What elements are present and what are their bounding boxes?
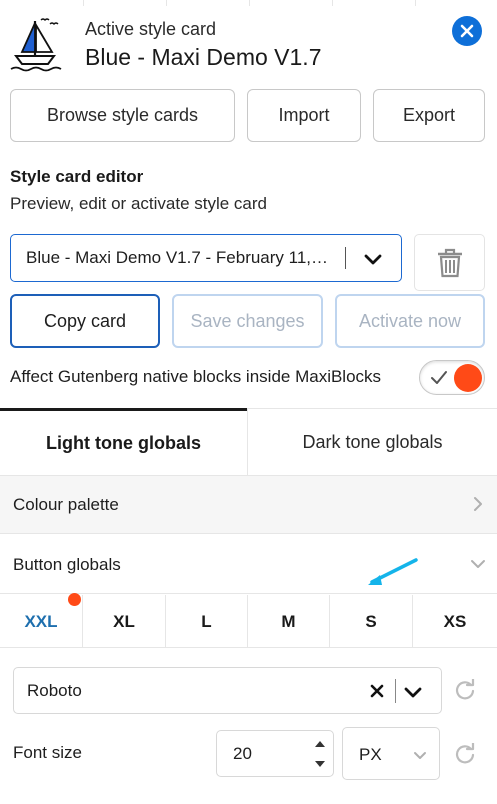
font-family-value: Roboto [27,681,82,700]
size-tab-xxl[interactable]: XXL [0,593,83,648]
import-button[interactable]: Import [247,89,361,142]
size-tab-label: XS [443,611,467,631]
checkmark-icon [431,371,447,384]
activate-now-button[interactable]: Activate now [335,294,485,348]
editor-title: Style card editor [10,167,144,186]
font-size-value: 20 [233,744,252,763]
style-card-select[interactable]: Blue - Maxi Demo V1.7 - February 11, 202… [10,234,402,282]
tab-dark-tone[interactable]: Dark tone globals [247,408,497,476]
reset-icon[interactable] [454,679,476,701]
size-tab-label: M [281,611,296,631]
clear-icon[interactable] [369,683,385,699]
colour-palette-label: Colour palette [13,495,119,514]
size-tab-xl[interactable]: XL [83,595,166,648]
button-size-tabs: XXL XL L M S XS [0,593,497,648]
active-indicator-dot [68,593,81,606]
tone-tabs: Light tone globals Dark tone globals [0,408,497,476]
size-tab-label: S [365,611,377,631]
annotation-arrow-icon [368,558,418,585]
close-icon [460,24,474,38]
size-tab-xs[interactable]: XS [413,595,497,648]
font-size-label: Font size [13,743,82,762]
font-size-unit-select[interactable]: PX [342,727,440,780]
selected-card-value: Blue - Maxi Demo V1.7 - February 11, 202… [26,248,331,267]
font-size-input[interactable]: 20 [216,730,334,777]
chevron-right-icon [474,497,482,511]
active-card-title: Blue - Maxi Demo V1.7 [85,44,322,70]
size-tab-s[interactable]: S [330,595,413,648]
size-tab-label: XL [113,611,135,631]
reset-icon[interactable] [454,743,476,765]
colour-palette-panel[interactable]: Colour palette [0,476,497,534]
size-tab-label: XXL [24,611,58,631]
chevron-down-icon [414,752,426,759]
close-button[interactable] [452,16,482,46]
affect-native-blocks-toggle[interactable] [419,360,485,395]
decrement-icon[interactable] [313,758,327,770]
chevron-down-icon [404,687,422,698]
tab-light-tone[interactable]: Light tone globals [0,408,247,476]
select-separator [345,247,346,269]
export-button[interactable]: Export [373,89,485,142]
editor-description: Preview, edit or activate style card [10,194,268,213]
chevron-down-icon [471,560,485,568]
save-changes-button[interactable]: Save changes [172,294,323,348]
button-globals-label: Button globals [13,555,121,574]
font-size-unit-value: PX [359,745,382,764]
style-card-header: Active style card Blue - Maxi Demo V1.7 [0,6,497,84]
delete-card-button[interactable] [414,234,485,291]
toggle-knob [454,364,482,392]
increment-icon[interactable] [313,738,327,750]
browse-style-cards-button[interactable]: Browse style cards [10,89,235,142]
trash-icon [437,248,462,277]
size-tab-m[interactable]: M [248,595,330,648]
header-subtitle: Active style card [85,19,217,39]
affect-native-blocks-label: Affect Gutenberg native blocks inside Ma… [10,367,382,386]
chevron-down-icon [364,254,382,265]
copy-card-button[interactable]: Copy card [10,294,160,348]
sailboat-logo-icon [8,16,62,72]
size-tab-l[interactable]: L [166,595,248,648]
font-family-select[interactable]: Roboto [13,667,442,714]
font-select-separator [395,679,396,703]
size-tab-label: L [201,611,212,631]
